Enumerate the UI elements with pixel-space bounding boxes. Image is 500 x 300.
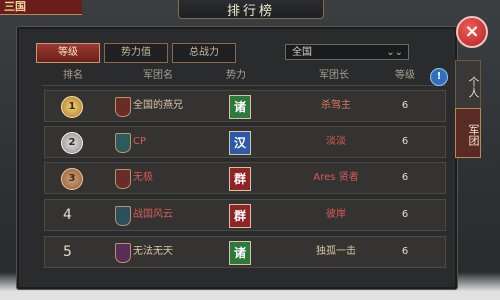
- guild-emblem-icon: [115, 169, 131, 189]
- info-icon[interactable]: !: [430, 68, 448, 86]
- guild-level: 6: [401, 100, 409, 111]
- col-leader: 军团长: [319, 70, 349, 81]
- faction-badge: 汉: [229, 131, 251, 155]
- guild-leader: 独孤一击: [316, 246, 356, 257]
- chevron-down-icon: ⌄⌄: [386, 47, 403, 58]
- close-icon: ×: [464, 21, 480, 42]
- table-row[interactable]: 4 战国风云 群 彼岸 6: [44, 199, 446, 231]
- guild-level: 6: [401, 136, 409, 147]
- guild-emblem-icon: [115, 243, 131, 263]
- table-row[interactable]: 2 CP 汉 淡淡 6: [44, 126, 446, 158]
- rank-number: 4: [63, 207, 72, 223]
- page-title: 排行榜: [226, 4, 275, 19]
- table-row[interactable]: 3 无极 群 Ares 贤者 6: [44, 162, 446, 194]
- logo-text: 三国: [4, 0, 26, 13]
- guild-emblem-icon: [115, 97, 131, 117]
- rank-number: 5: [63, 244, 72, 260]
- rank-medal-icon: 1: [61, 96, 83, 118]
- guild-level: 6: [401, 172, 409, 183]
- title-banner: 排行榜: [178, 0, 324, 19]
- faction-badge: 诸: [229, 95, 251, 119]
- rank-medal-icon: 2: [61, 132, 83, 154]
- guild-leader: 淡淡: [326, 136, 346, 147]
- region-select[interactable]: 全国 ⌄⌄: [285, 44, 409, 60]
- faction-badge: 群: [229, 167, 251, 191]
- filter-power-button[interactable]: 势力值: [104, 43, 168, 63]
- col-rank: 排名: [63, 70, 83, 81]
- guild-leader: 杀驾主: [321, 100, 351, 111]
- guild-leader: 彼岸: [326, 209, 346, 220]
- col-power: 势力: [226, 70, 246, 81]
- rank-medal-icon: 3: [61, 168, 83, 190]
- guild-level: 6: [401, 246, 409, 257]
- guild-name: 无极: [133, 172, 153, 183]
- filter-combat-button[interactable]: 总战力: [172, 43, 236, 63]
- table-row[interactable]: 1 全国的燕兄 诸 杀驾主 6: [44, 90, 446, 122]
- guild-name: CP: [133, 136, 147, 147]
- guild-emblem-icon: [115, 206, 131, 226]
- table-header: 排名 军团名 势力 军团长 等级: [42, 67, 446, 86]
- guild-leader: Ares 贤者: [313, 172, 359, 183]
- col-level: 等级: [395, 70, 415, 81]
- faction-badge: 诸: [229, 241, 251, 265]
- region-select-value: 全国: [292, 47, 312, 58]
- guild-name: 无法无天: [133, 246, 173, 257]
- game-logo: 三国: [0, 0, 82, 15]
- table-row[interactable]: 5 无法无天 诸 独孤一击 6: [44, 236, 446, 268]
- guild-emblem-icon: [115, 133, 131, 153]
- filter-level-button[interactable]: 等级: [36, 43, 100, 63]
- col-guild-name: 军团名: [143, 70, 173, 81]
- guild-name: 战国风云: [133, 209, 173, 220]
- guild-level: 6: [401, 209, 409, 220]
- tab-personal[interactable]: 个人: [455, 60, 481, 110]
- close-button[interactable]: ×: [456, 16, 488, 48]
- tab-legion[interactable]: 军团: [455, 108, 481, 158]
- faction-badge: 群: [229, 204, 251, 228]
- guild-name: 全国的燕兄: [133, 100, 183, 111]
